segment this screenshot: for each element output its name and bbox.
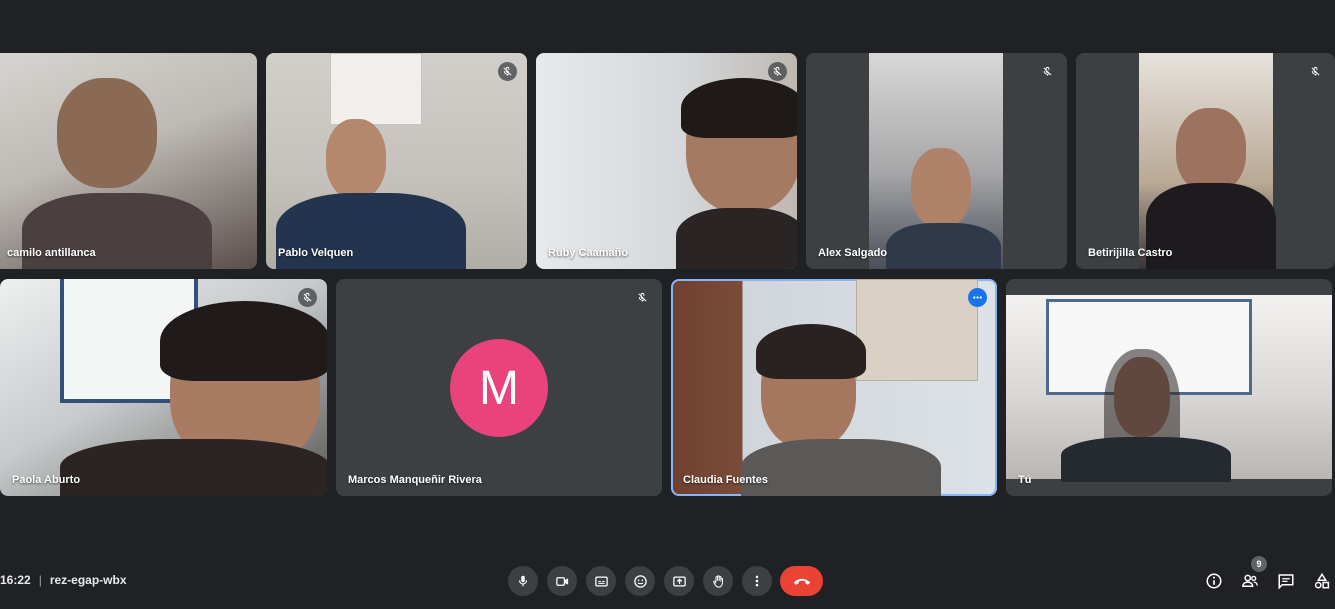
present-icon xyxy=(672,576,686,586)
meeting-time: 16:22 xyxy=(0,573,31,587)
video-feed-body xyxy=(886,223,1001,269)
people-icon xyxy=(1242,574,1258,587)
video-feed-face xyxy=(1176,108,1246,193)
mic-muted-indicator xyxy=(1306,62,1325,81)
raise-hand-button[interactable] xyxy=(703,566,733,596)
mic-off-icon xyxy=(1311,66,1320,76)
participant-tile-claudia[interactable]: Claudia Fuentes xyxy=(671,279,997,496)
meeting-code: rez-egap-wbx xyxy=(49,573,127,587)
info-icon xyxy=(1206,573,1222,589)
present-screen-button[interactable] xyxy=(664,566,694,596)
participant-name: Pablo Velquen xyxy=(278,247,354,259)
video-feed xyxy=(57,78,157,188)
mic-off-icon xyxy=(773,66,782,76)
participant-tile-marcos[interactable]: M Marcos Manqueñir Rivera xyxy=(336,279,662,496)
video-feed-face xyxy=(911,148,971,228)
video-feed-body xyxy=(676,208,797,269)
activities-icon xyxy=(1314,572,1330,589)
video-feed-body xyxy=(60,439,327,496)
participant-name: Tú xyxy=(1018,474,1032,486)
end-call-icon xyxy=(793,578,810,585)
participant-tile-alex[interactable]: Alex Salgado xyxy=(806,53,1067,269)
mic-icon xyxy=(518,575,528,587)
participant-tile-pablo[interactable]: Pablo Velquen xyxy=(266,53,527,269)
activities-button[interactable] xyxy=(1310,569,1334,593)
mic-off-icon xyxy=(1043,66,1052,76)
camera-icon xyxy=(555,576,568,586)
end-call-button[interactable] xyxy=(780,566,823,596)
participant-tile-self[interactable]: Tú xyxy=(1006,279,1332,496)
chat-icon xyxy=(1278,574,1294,590)
participant-name: Paola Aburto xyxy=(12,474,81,486)
chat-button[interactable] xyxy=(1274,569,1298,593)
video-feed-hair xyxy=(160,301,327,381)
video-feed-hair xyxy=(681,78,797,138)
mic-off-icon xyxy=(638,292,647,302)
emoji-icon xyxy=(633,574,647,588)
more-horizontal-icon xyxy=(973,296,982,299)
more-options-button[interactable] xyxy=(742,566,772,596)
participant-name: Marcos Manqueñir Rivera xyxy=(348,474,482,486)
divider: | xyxy=(38,573,42,587)
mic-off-icon xyxy=(303,292,312,302)
mic-off-icon xyxy=(503,66,512,76)
mic-muted-indicator xyxy=(633,288,652,307)
wall-calendar xyxy=(330,53,422,125)
participant-name: Alex Salgado xyxy=(818,247,888,259)
mic-muted-indicator xyxy=(768,62,787,81)
emoji-button[interactable] xyxy=(625,566,655,596)
participant-tile-paola[interactable]: Paola Aburto xyxy=(0,279,327,496)
participant-name: Betirijilla Castro xyxy=(1088,247,1173,259)
meeting-info: 16:22 | rez-egap-wbx xyxy=(0,573,127,587)
meeting-details-button[interactable] xyxy=(1202,569,1226,593)
participant-tile-ruby[interactable]: Ruby Caamaño xyxy=(536,53,797,269)
avatar: M xyxy=(450,339,548,437)
mic-button[interactable] xyxy=(508,566,538,596)
captions-icon xyxy=(594,576,608,586)
video-feed-hair xyxy=(756,324,866,379)
mic-muted-indicator xyxy=(498,62,517,81)
tile-options-button[interactable] xyxy=(968,288,987,307)
raise-hand-icon xyxy=(712,574,723,588)
people-count-badge: 9 xyxy=(1251,556,1267,572)
electrical-panel xyxy=(856,279,978,381)
captions-button[interactable] xyxy=(586,566,616,596)
participant-name: Ruby Caamaño xyxy=(548,247,629,259)
mic-muted-indicator xyxy=(1038,62,1057,81)
participant-name: camilo antillanca xyxy=(7,247,96,259)
people-button[interactable] xyxy=(1238,569,1262,593)
video-feed-body xyxy=(741,439,941,496)
more-vertical-icon xyxy=(755,575,759,587)
video-feed xyxy=(326,119,386,199)
video-feed-body xyxy=(1061,437,1231,482)
participant-tile-camilo[interactable]: camilo antillanca xyxy=(0,53,257,269)
mic-muted-indicator xyxy=(298,288,317,307)
camera-button[interactable] xyxy=(547,566,577,596)
participant-name: Claudia Fuentes xyxy=(683,474,768,486)
avatar-letter: M xyxy=(479,361,519,415)
participant-tile-betirijilla[interactable]: Betirijilla Castro xyxy=(1076,53,1335,269)
